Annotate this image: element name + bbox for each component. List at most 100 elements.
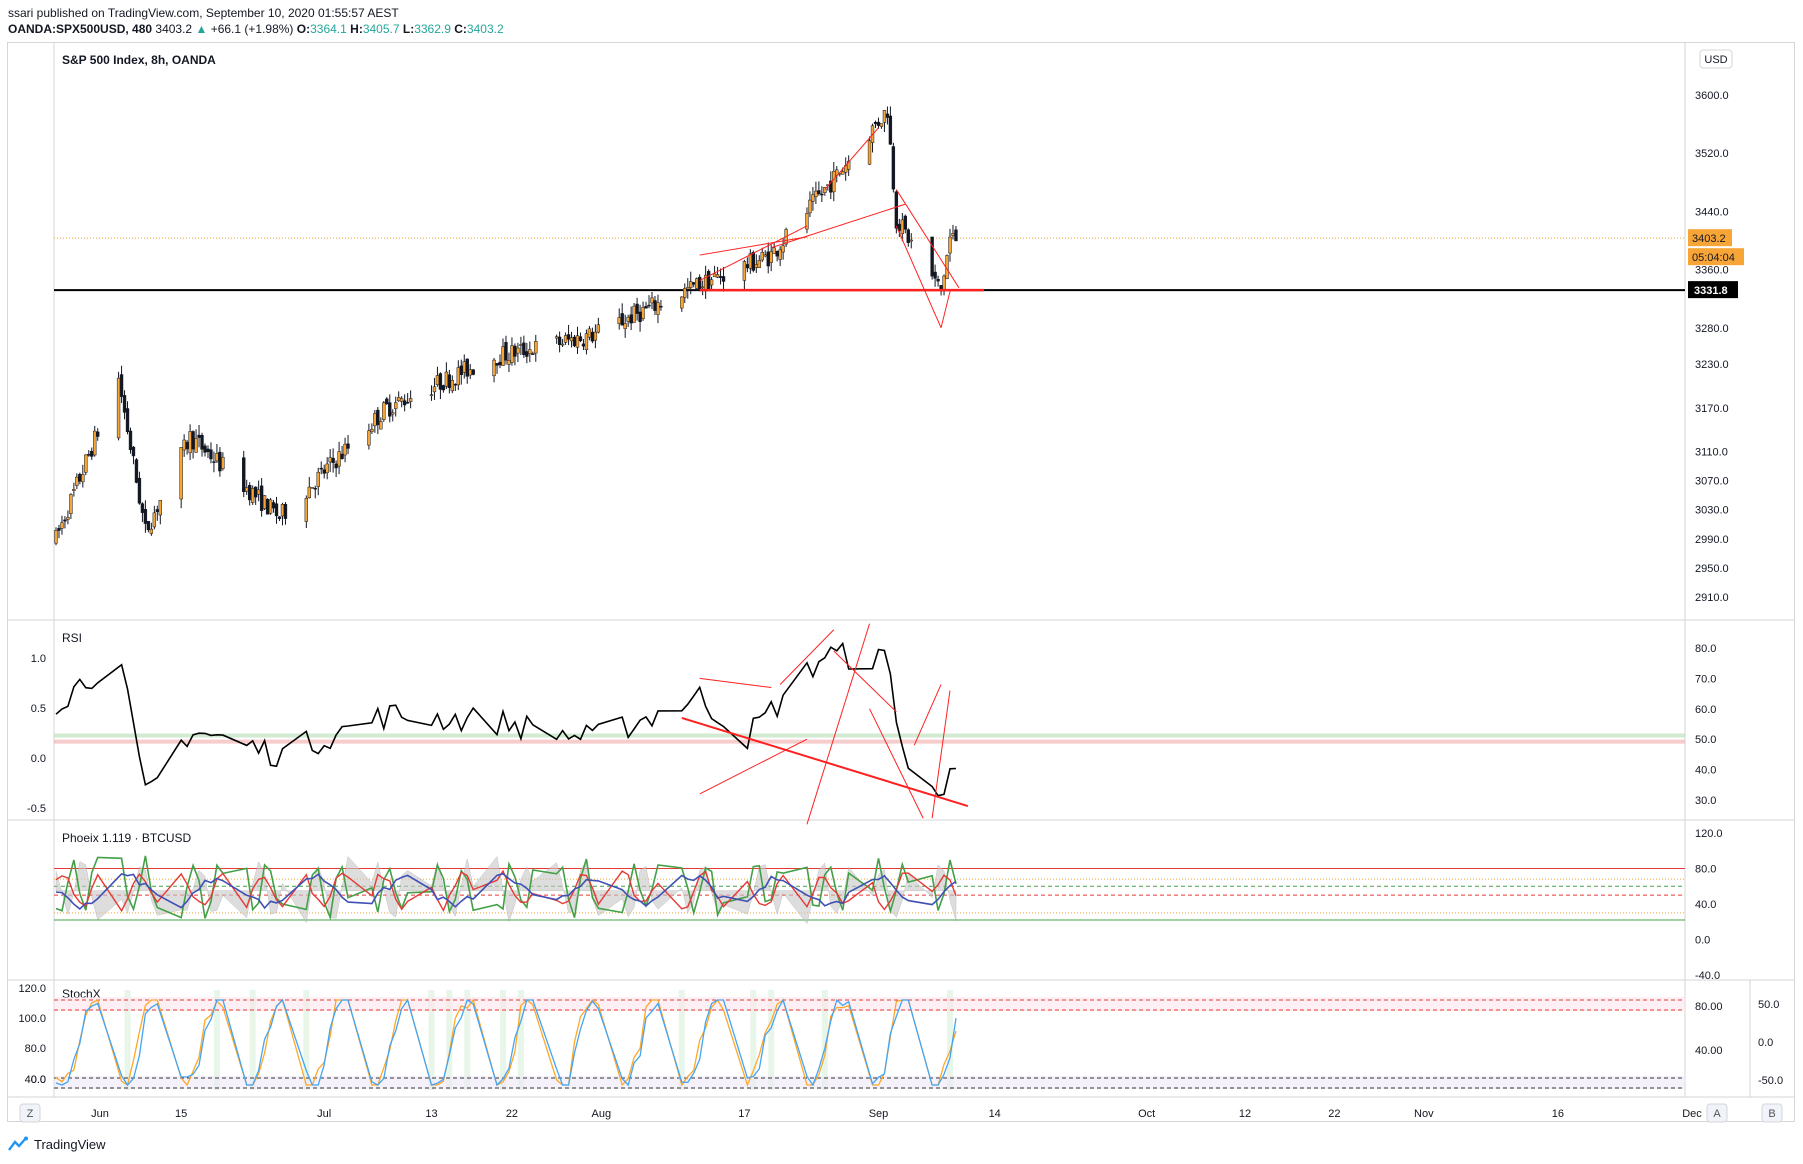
candle-body: [781, 245, 785, 253]
candle-body: [596, 324, 601, 333]
rsi-left-tick-label: 1.0: [31, 653, 46, 665]
candle-body: [885, 113, 890, 118]
candle-body: [408, 398, 413, 402]
candle-body: [128, 430, 133, 450]
pane-grid: [7, 42, 1795, 1098]
candle-body: [769, 251, 773, 263]
candle-body: [376, 409, 380, 426]
candle-body: [206, 448, 210, 453]
candle-body: [188, 431, 192, 454]
trendline: [771, 203, 906, 249]
candle-body: [84, 454, 88, 473]
candle-body: [647, 304, 651, 307]
candle-body: [760, 251, 764, 261]
candle-body: [635, 303, 639, 314]
candle-body: [334, 463, 338, 469]
candle-body: [54, 529, 58, 544]
phoeix-tick-label: 120.0: [1695, 828, 1723, 840]
candle-body: [435, 375, 440, 386]
candle-body: [149, 528, 154, 534]
time-tick-label: Nov: [1414, 1108, 1434, 1120]
candle-body: [259, 485, 264, 511]
price-tick-label: 3030.0: [1695, 505, 1729, 517]
price-tick-label: 3280.0: [1695, 323, 1729, 335]
candle-body: [873, 121, 878, 125]
candle-body: [495, 363, 499, 366]
candle-body: [143, 509, 148, 524]
candle-body: [563, 335, 568, 343]
time-tick-label: Aug: [592, 1108, 612, 1120]
candle-body: [346, 443, 350, 449]
candle-body: [134, 459, 139, 483]
candle-body: [328, 457, 332, 463]
candle-body: [909, 239, 913, 242]
candle-body: [90, 450, 94, 457]
candle-body: [772, 247, 776, 254]
candle-body: [203, 445, 207, 453]
candle-body: [63, 519, 67, 522]
candle-body: [715, 274, 720, 278]
candle-body: [721, 276, 726, 282]
candle-body: [447, 374, 452, 388]
candle-body: [653, 300, 657, 311]
candle-body: [280, 504, 285, 517]
candle-body: [325, 463, 329, 474]
candle-body: [698, 276, 702, 291]
price-tick-label: 3360.0: [1695, 265, 1729, 277]
candle-body: [617, 317, 621, 324]
candle-body: [808, 199, 812, 214]
candle-body: [641, 307, 645, 319]
candle-body: [453, 383, 457, 386]
candle-body: [584, 333, 589, 350]
candle-body: [689, 281, 693, 288]
candle-body: [894, 191, 899, 229]
footer: TradingView: [8, 1136, 106, 1152]
rsi-left-tick-label: -0.5: [27, 803, 46, 815]
candle-body: [429, 394, 434, 397]
axis-labels: 3600.0 3520.0 3440.0 3360.0 3280.0 3230.0 3170…: [18, 90, 1783, 1120]
time-tick-label: 14: [989, 1108, 1001, 1120]
candle-body: [712, 273, 717, 278]
candle-body: [96, 431, 100, 437]
stochx-right-tick-label: -50.0: [1758, 1075, 1783, 1087]
candle-body: [248, 485, 252, 501]
candle-body: [754, 264, 758, 268]
candle-body: [951, 233, 955, 236]
phoeix-tick-label: -40.0: [1695, 970, 1720, 982]
candle-body: [933, 271, 937, 279]
candle-body: [706, 270, 711, 290]
main-chart-title: S&P 500 Index, 8h, OANDA: [62, 53, 216, 67]
candle-body: [397, 397, 401, 402]
price-tick-label: 3230.0: [1695, 359, 1729, 371]
candle-body: [191, 431, 195, 450]
candle-body: [75, 476, 79, 486]
candle-body: [623, 323, 627, 329]
price-tick-label: 2990.0: [1695, 534, 1729, 546]
candle-body: [820, 193, 824, 196]
candle-body: [620, 313, 624, 326]
price-tick-label: 3600.0: [1695, 90, 1729, 102]
candle-body: [262, 495, 267, 509]
candle-body: [465, 358, 469, 377]
candle-body: [516, 347, 520, 354]
candle-body: [253, 486, 258, 498]
chart-canvas[interactable]: S&P 500 Index, 8h, OANDA RSI Phoeix 1.11…: [0, 0, 1803, 1164]
candle-body: [811, 194, 815, 202]
candle-body: [242, 457, 246, 493]
candle-body: [81, 474, 85, 483]
candle-body: [394, 402, 398, 409]
candle-body: [766, 251, 770, 267]
candle-body: [510, 345, 514, 363]
candle-body: [534, 341, 538, 354]
rsi-tick-label: 30.0: [1695, 795, 1716, 807]
brand-name: TradingView: [34, 1136, 106, 1152]
time-tick-label: 22: [506, 1108, 518, 1120]
candle-body: [313, 487, 317, 490]
candle-body: [525, 351, 529, 357]
price-tick-label: 3070.0: [1695, 476, 1729, 488]
candle-body: [629, 314, 633, 324]
candle-body: [632, 305, 636, 323]
candle-body: [867, 140, 872, 165]
candle-body: [200, 435, 204, 450]
candle-body: [748, 253, 753, 269]
